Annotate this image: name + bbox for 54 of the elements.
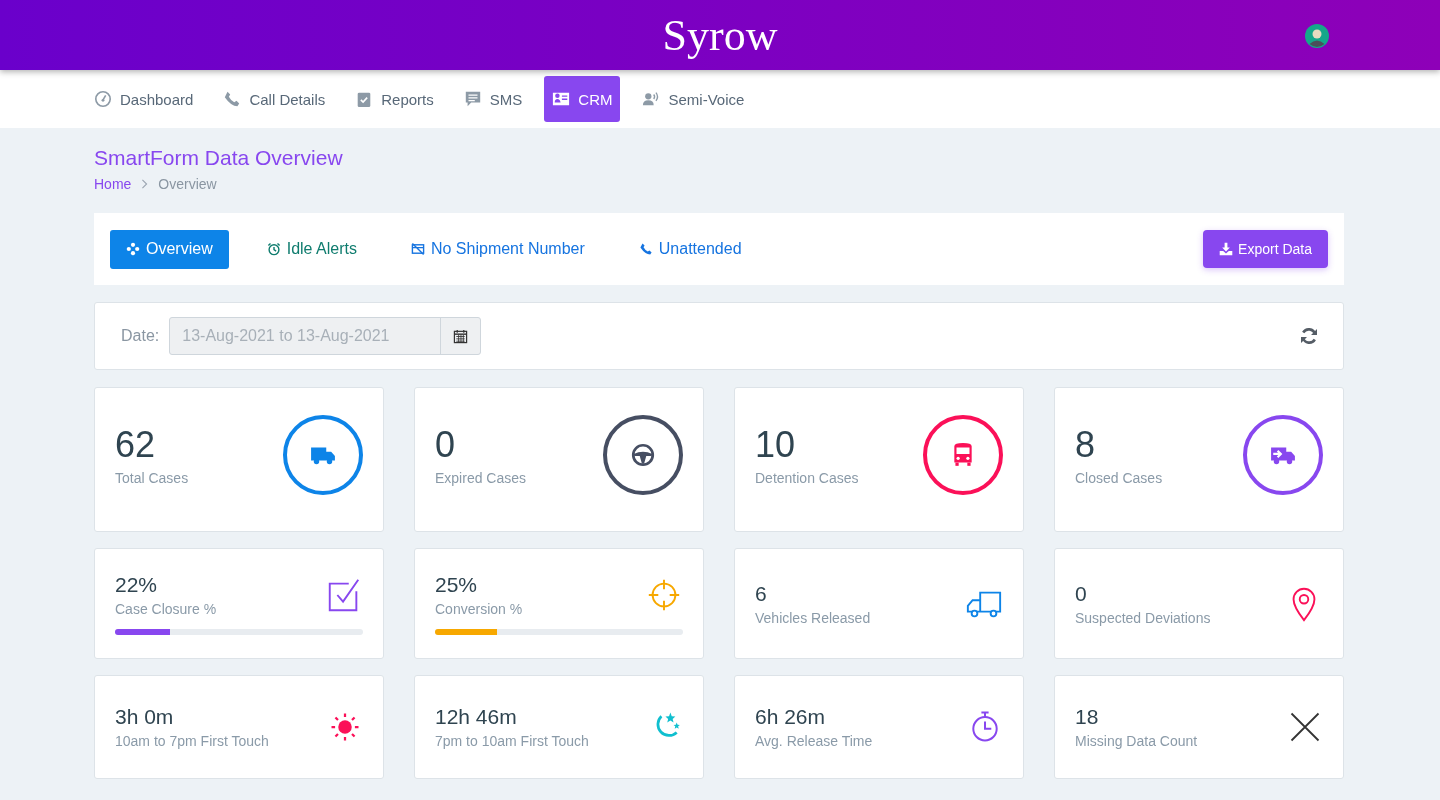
stat-value: 10 <box>755 423 797 466</box>
download-icon <box>1219 242 1234 256</box>
page-title: SmartForm Data Overview <box>94 146 344 170</box>
section-tab[interactable]: No Shipment Number <box>394 229 601 269</box>
nav-tab[interactable]: Dashboard <box>86 76 202 122</box>
time-label: 7pm to 10am First Touch <box>435 733 589 749</box>
refresh-icon[interactable] <box>1299 326 1319 346</box>
metric-label: Conversion % <box>435 600 523 617</box>
steering-wheel-icon <box>630 441 656 468</box>
breadcrumb-current: Overview <box>158 176 217 192</box>
metric-value: 6 <box>755 581 768 606</box>
nav-tab[interactable]: Semi-Voice <box>634 76 753 122</box>
section-tab[interactable]: Idle Alerts <box>250 229 373 269</box>
time-value: 18 <box>1075 705 1100 729</box>
stat-label: Expired Cases <box>435 469 527 486</box>
section-tab[interactable]: Overview <box>110 229 229 269</box>
metric-label: Suspected Deviations <box>1075 609 1211 626</box>
section-tab[interactable]: Unattended <box>622 229 758 269</box>
time-label: Missing Data Count <box>1075 733 1198 749</box>
metric-value: 25% <box>435 572 479 597</box>
id-card-icon <box>552 90 571 108</box>
stat-label: Closed Cases <box>1075 469 1163 486</box>
speaking-person-icon <box>642 90 661 108</box>
time-label: 10am to 7pm First Touch <box>115 733 269 749</box>
phone-icon <box>638 242 653 256</box>
time-value: 12h 46m <box>435 705 518 729</box>
time-value: 6h 26m <box>755 705 827 729</box>
crossed-card-icon <box>410 242 425 256</box>
alarm-clock-icon <box>266 242 281 256</box>
avatar-icon[interactable] <box>1305 24 1329 48</box>
export-data-button[interactable]: Export Data <box>1203 230 1328 268</box>
logo: Syrow <box>662 9 778 61</box>
nav-tab[interactable]: Call Details <box>215 76 334 122</box>
time-label: Avg. Release Time <box>755 733 873 749</box>
nav-tab[interactable]: CRM <box>544 76 621 122</box>
stat-value: 8 <box>1075 423 1097 466</box>
stat-label: Total Cases <box>115 469 189 486</box>
metric-value: 22% <box>115 572 159 597</box>
gauge-icon <box>94 90 112 108</box>
stat-label: Detention Cases <box>755 469 859 486</box>
metric-label: Vehicles Released <box>755 609 871 626</box>
chat-icon <box>463 90 482 108</box>
move-icon <box>126 242 140 256</box>
chevron-right-icon <box>141 179 149 189</box>
time-value: 3h 0m <box>115 705 175 729</box>
nav-tab[interactable]: SMS <box>455 76 531 122</box>
stat-value: 62 <box>115 423 157 466</box>
stat-value: 0 <box>435 423 457 466</box>
nav-tab[interactable]: Reports <box>347 76 442 122</box>
metric-label: Case Closure % <box>115 600 217 617</box>
breadcrumb-link[interactable]: Home <box>94 176 132 192</box>
date-label: Date: <box>121 327 160 345</box>
metric-value: 0 <box>1075 581 1088 606</box>
phone-icon <box>223 90 242 108</box>
